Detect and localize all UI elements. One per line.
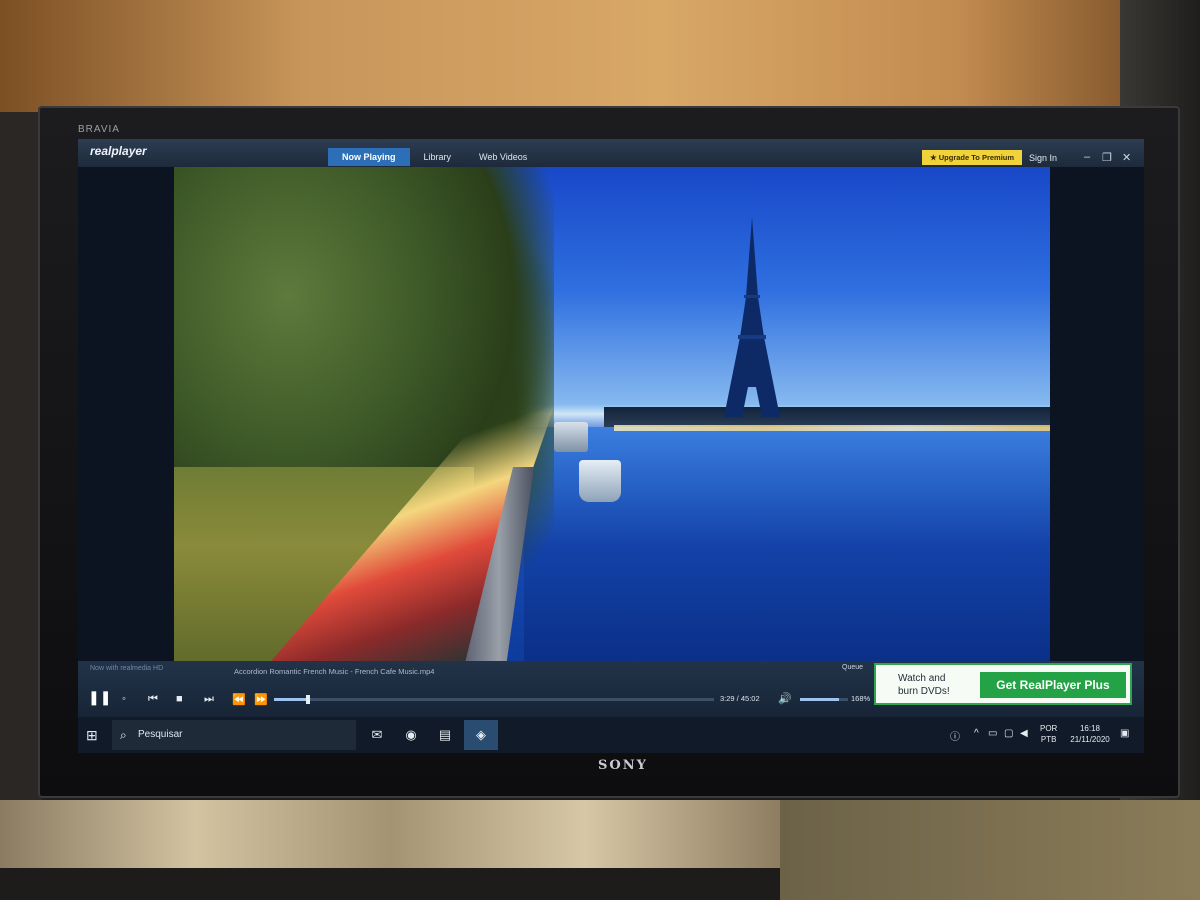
next-icon[interactable]: ⏭ <box>204 693 214 706</box>
realplayer-logo: realplayer <box>90 144 147 158</box>
battery-icon[interactable]: ▭ <box>988 728 997 739</box>
clock-time: 16:18 <box>1079 724 1101 733</box>
seek-handle[interactable] <box>305 695 310 704</box>
layout-code: PTB <box>1040 735 1057 744</box>
fast-forward-icon[interactable]: ⏩ <box>254 693 268 706</box>
player-tabs: Now Playing Library Web Videos <box>328 148 541 166</box>
clock[interactable]: 16:18 21/11/2020 <box>1065 723 1115 745</box>
tab-library[interactable]: Library <box>410 148 466 166</box>
taskbar: ⊞ ⌕ Pesquisar ✉ ◉ ▤ ◈ ⓘ ^ ▭ ▢ ◀ POR PTB … <box>78 717 1144 753</box>
ad-banner[interactable]: Watch and burn DVDs! Get RealPlayer Plus <box>874 663 1132 705</box>
volume-icon[interactable]: ◀ <box>1020 728 1028 739</box>
upgrade-button[interactable]: ★ Upgrade To Premium <box>922 150 1022 165</box>
eiffel-tower-image <box>724 217 780 417</box>
ad-text: Watch and burn DVDs! <box>898 673 950 697</box>
player-title-bar: realplayer Now Playing Library Web Video… <box>78 139 1144 167</box>
language-indicator[interactable]: POR PTB <box>1040 723 1057 745</box>
tablecloth <box>0 800 780 870</box>
get-realplayer-plus-button[interactable]: Get RealPlayer Plus <box>980 672 1126 698</box>
previous-icon[interactable]: ⏮ <box>148 693 158 706</box>
tablecloth-right <box>780 800 1200 900</box>
search-icon: ⌕ <box>120 728 127 742</box>
minimize-icon[interactable]: – <box>1084 151 1090 163</box>
sign-in-link[interactable]: Sign In <box>1029 153 1057 163</box>
floor <box>0 868 780 900</box>
speaker-icon[interactable]: 🔊 <box>778 692 792 705</box>
search-box[interactable]: ⌕ Pesquisar <box>112 720 356 750</box>
seek-bar[interactable] <box>274 695 714 704</box>
file-explorer-icon[interactable]: ▤ <box>428 720 462 750</box>
video-boat <box>554 422 588 452</box>
tab-web-videos[interactable]: Web Videos <box>465 148 541 166</box>
background-left <box>0 112 42 812</box>
realplayer-icon[interactable]: ◈ <box>464 720 498 750</box>
player-controls: Now with realmedia HD Accordion Romantic… <box>78 661 1144 717</box>
seek-bar-fill <box>274 698 308 701</box>
video-city-lights <box>614 425 1050 431</box>
volume-fill <box>800 698 840 701</box>
time-display: 3:29 / 45:02 <box>720 694 760 703</box>
clock-date: 21/11/2020 <box>1070 735 1110 744</box>
shuffle-icon[interactable]: ◦ <box>122 693 126 705</box>
video-frame[interactable] <box>174 167 1050 661</box>
now-with-label: Now with realmedia HD <box>90 665 164 672</box>
chrome-icon[interactable]: ◉ <box>394 720 428 750</box>
volume-slider[interactable] <box>800 698 848 701</box>
language-code: POR <box>1040 724 1058 733</box>
chevron-up-icon[interactable]: ^ <box>974 728 979 739</box>
tv-maker-label: SONY <box>598 758 648 773</box>
close-icon[interactable]: ✕ <box>1122 151 1131 164</box>
tv-brand-label: BRAVIA <box>78 124 120 135</box>
video-shore <box>604 407 1050 427</box>
background-shelf <box>0 0 1200 112</box>
help-icon[interactable]: ⓘ <box>950 728 960 743</box>
network-icon[interactable]: ▢ <box>1004 728 1013 739</box>
search-placeholder: Pesquisar <box>138 729 183 740</box>
screen: realplayer Now Playing Library Web Video… <box>78 139 1144 753</box>
file-name: Accordion Romantic French Music - French… <box>234 667 435 676</box>
restore-icon[interactable]: ❐ <box>1102 151 1112 164</box>
pause-icon[interactable]: ❚❚ <box>88 688 111 706</box>
tab-now-playing[interactable]: Now Playing <box>328 148 410 166</box>
windows-start-icon[interactable]: ⊞ <box>86 727 98 744</box>
video-boat <box>579 460 621 502</box>
stop-icon[interactable]: ■ <box>176 693 183 705</box>
mail-icon[interactable]: ✉ <box>360 720 394 750</box>
queue-button[interactable]: Queue <box>842 664 863 671</box>
notifications-icon[interactable]: ▣ <box>1120 728 1129 739</box>
volume-percent: 168% <box>851 694 871 703</box>
rewind-icon[interactable]: ⏪ <box>232 693 246 706</box>
